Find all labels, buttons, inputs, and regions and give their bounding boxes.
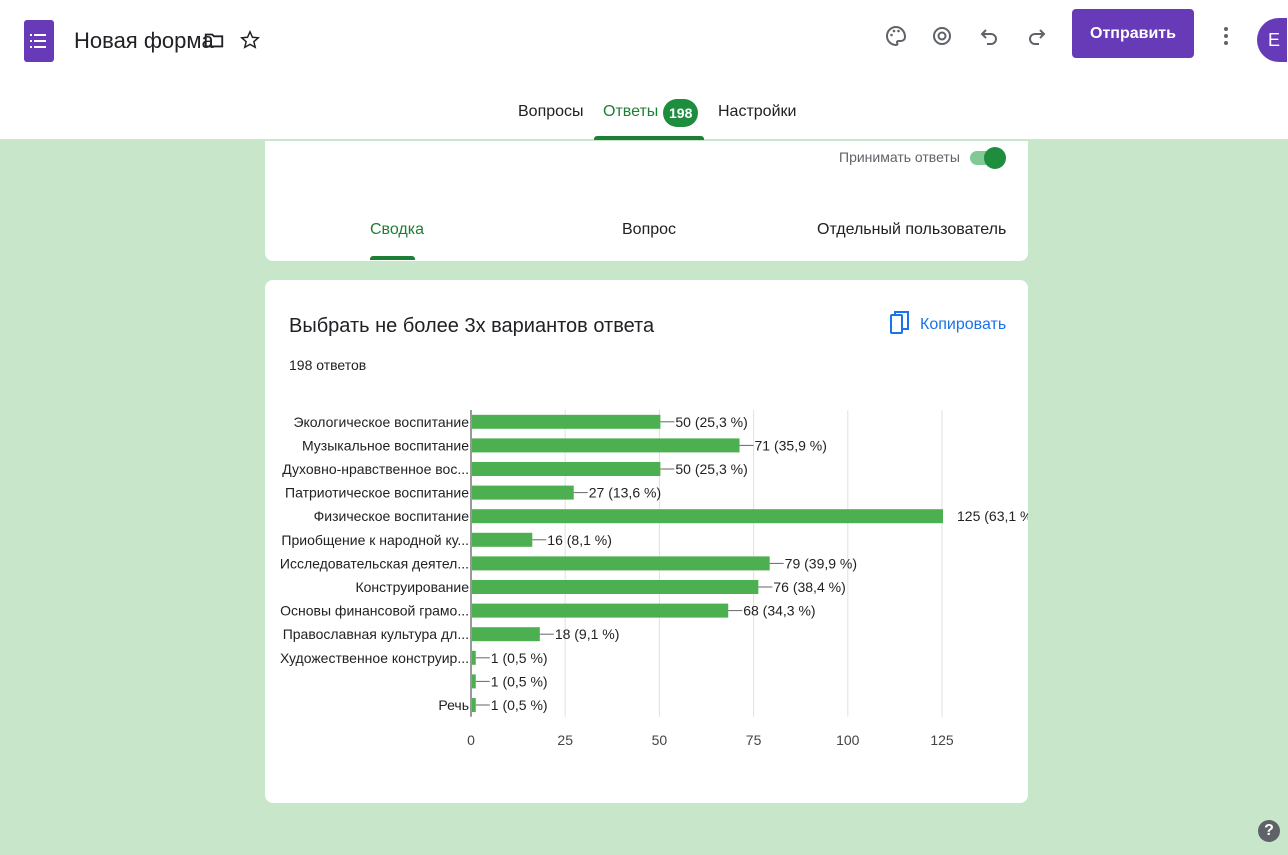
category-label: Православная культура дл... xyxy=(283,626,469,642)
bar xyxy=(472,674,476,689)
bar xyxy=(472,509,943,524)
undo-icon[interactable] xyxy=(975,22,1003,50)
active-tab-indicator xyxy=(594,136,704,140)
folder-icon[interactable] xyxy=(200,26,228,54)
copy-label: Копировать xyxy=(920,316,1007,333)
data-label: 18 (9,1 %) xyxy=(555,626,620,642)
data-label: 1 (0,5 %) xyxy=(491,697,548,713)
active-subtab-indicator xyxy=(370,256,415,260)
copy-chart-button[interactable]: Копировать xyxy=(890,310,1006,340)
bar xyxy=(472,556,770,571)
send-button[interactable]: Отправить xyxy=(1072,9,1194,58)
data-label: 71 (35,9 %) xyxy=(755,437,827,453)
form-title[interactable]: Новая форма xyxy=(74,28,214,54)
bar xyxy=(472,485,574,500)
category-label: Музыкальное воспитание xyxy=(302,437,469,453)
category-label: Основы финансовой грамо... xyxy=(280,603,469,619)
tab-questions[interactable]: Вопросы xyxy=(518,103,584,121)
palette-icon[interactable] xyxy=(882,22,910,50)
app-header: Новая форма Отправить E Вопросы Ответы 1… xyxy=(0,0,1288,140)
bar xyxy=(472,462,661,476)
x-tick-label: 125 xyxy=(930,732,954,748)
x-tick-label: 25 xyxy=(557,732,573,748)
tab-settings[interactable]: Настройки xyxy=(718,103,796,121)
more-vert-icon[interactable] xyxy=(1212,22,1240,50)
x-tick-label: 50 xyxy=(652,732,668,748)
bar xyxy=(472,627,540,642)
bar xyxy=(472,532,533,547)
copy-icon xyxy=(890,310,910,340)
data-label: 50 (25,3 %) xyxy=(675,414,747,430)
data-label: 76 (38,4 %) xyxy=(773,579,845,595)
category-label: Речь xyxy=(438,697,469,713)
forms-logo-icon[interactable] xyxy=(24,20,54,62)
subtab-question[interactable]: Вопрос xyxy=(622,221,676,239)
data-label: 50 (25,3 %) xyxy=(675,461,747,477)
accept-responses-toggle[interactable] xyxy=(970,147,1006,169)
data-label: 27 (13,6 %) xyxy=(589,485,661,501)
bar xyxy=(472,698,476,712)
help-icon[interactable]: ? xyxy=(1258,820,1280,842)
category-label: Патриотическое воспитание xyxy=(285,485,469,501)
subtab-individual[interactable]: Отдельный пользователь xyxy=(817,221,1006,239)
data-label: 79 (39,9 %) xyxy=(785,555,857,571)
redo-icon[interactable] xyxy=(1023,22,1051,50)
bar xyxy=(472,414,661,429)
category-label: Приобщение к народной ку... xyxy=(281,532,469,548)
category-label: Физическое воспитание xyxy=(314,508,470,524)
data-label: 125 (63,1 %) xyxy=(957,508,1028,524)
accept-responses-label: Принимать ответы xyxy=(839,149,960,165)
bar-chart: 0 25 50 75 100 125 Экологическое воспитание 50 … xyxy=(280,410,1028,748)
response-count: 198 ответов xyxy=(289,357,367,373)
data-label: 1 (0,5 %) xyxy=(491,673,548,689)
bar xyxy=(472,580,759,594)
subtab-summary[interactable]: Сводка xyxy=(370,221,424,239)
bar xyxy=(472,438,740,453)
category-label: Художественное конструир... xyxy=(280,650,469,666)
x-tick-label: 100 xyxy=(836,732,860,748)
category-label: Духовно-нравственное вос... xyxy=(282,461,469,477)
category-label: Исследовательская деятел... xyxy=(280,555,469,571)
data-label: 1 (0,5 %) xyxy=(491,650,548,666)
question-title: Выбрать не более 3х вариантов ответа xyxy=(289,315,655,337)
category-label: Экологическое воспитание xyxy=(293,414,469,430)
avatar[interactable]: E xyxy=(1257,18,1287,62)
x-tick-label: 75 xyxy=(746,732,762,748)
responses-count-badge: 198 xyxy=(663,99,699,127)
category-label: Конструирование xyxy=(355,579,469,595)
star-icon[interactable] xyxy=(236,26,264,54)
data-label: 68 (34,3 %) xyxy=(743,603,815,619)
tab-responses[interactable]: Ответы xyxy=(603,103,658,121)
data-label: 16 (8,1 %) xyxy=(547,532,612,548)
responses-header-card: Принимать ответы Сводка Вопрос Отдельный… xyxy=(265,141,1028,261)
bar xyxy=(472,603,729,618)
bar xyxy=(472,650,476,665)
preview-icon[interactable] xyxy=(928,22,956,50)
x-tick-label: 0 xyxy=(467,732,475,748)
